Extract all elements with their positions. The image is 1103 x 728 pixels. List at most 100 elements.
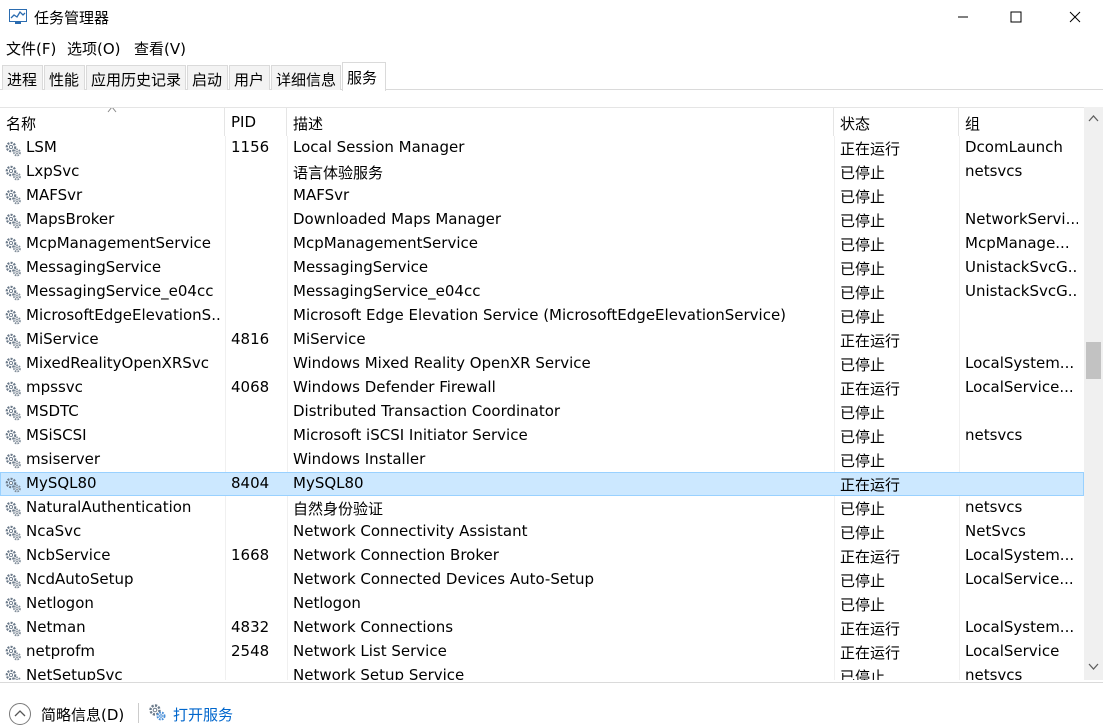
- title-bar[interactable]: 任务管理器: [0, 0, 1103, 34]
- window-title: 任务管理器: [34, 9, 110, 27]
- table-row[interactable]: Netlogon Netlogon 已停止: [0, 592, 1084, 616]
- table-row[interactable]: MiService 4816 MiService 正在运行: [0, 328, 1084, 352]
- table-row[interactable]: NaturalAuthentication 自然身份验证 已停止 netsvcs: [0, 496, 1084, 520]
- table-row[interactable]: MSDTC Distributed Transaction Coordinator…: [0, 400, 1084, 424]
- service-gear-icon: [5, 189, 21, 205]
- maximize-button[interactable]: [993, 0, 1039, 34]
- service-gear-icon: [5, 141, 21, 157]
- service-status-cell: 已停止: [840, 524, 886, 542]
- service-status-cell: 已停止: [840, 428, 886, 446]
- service-status-cell: 已停止: [840, 260, 886, 278]
- sort-ascending-icon: [107, 108, 117, 113]
- close-button[interactable]: [1052, 0, 1098, 34]
- column-header-group[interactable]: 组: [959, 108, 1084, 136]
- scrollbar-thumb[interactable]: [1086, 342, 1101, 379]
- service-gear-icon: [5, 357, 21, 373]
- tab-users[interactable]: 用户: [229, 65, 270, 90]
- column-header-description[interactable]: 描述: [287, 108, 834, 136]
- service-group-cell: LocalSystem...: [965, 546, 1075, 564]
- table-row[interactable]: MixedRealityOpenXRSvc Windows Mixed Reali…: [0, 352, 1084, 376]
- service-name-cell: LxpSvc: [26, 162, 80, 180]
- open-services-link[interactable]: 打开服务: [173, 704, 233, 725]
- service-description-cell: Windows Defender Firewall: [293, 378, 496, 396]
- fewer-details-link[interactable]: 简略信息(D): [41, 704, 124, 725]
- table-row[interactable]: msiserver Windows Installer 已停止: [0, 448, 1084, 472]
- column-header-pid[interactable]: PID: [225, 108, 287, 136]
- service-group-cell: LocalService...: [965, 378, 1074, 396]
- service-description-cell: Network Connections: [293, 618, 454, 636]
- service-group-cell: UnistackSvcG...: [965, 258, 1078, 276]
- menu-file[interactable]: 文件(F): [6, 38, 56, 59]
- service-status-cell: 正在运行: [840, 332, 901, 350]
- service-status-cell: 正在运行: [840, 380, 901, 398]
- table-row[interactable]: MySQL80 8404 MySQL80 正在运行: [0, 472, 1084, 496]
- service-status-cell: 正在运行: [840, 620, 901, 638]
- maximize-icon: [1010, 11, 1022, 23]
- service-gear-icon: [5, 549, 21, 565]
- service-group-cell: netsvcs: [965, 162, 1023, 180]
- service-pid-cell: 1156: [231, 138, 270, 156]
- fewer-details-button[interactable]: [9, 703, 31, 725]
- tab-app-history[interactable]: 应用历史记录: [86, 65, 186, 90]
- service-gear-icon: [5, 405, 21, 421]
- service-pid-cell: 4816: [231, 330, 270, 348]
- service-status-cell: 正在运行: [840, 548, 901, 566]
- table-row[interactable]: NcbService 1668 Network Connection Broker 正…: [0, 544, 1084, 568]
- tab-details[interactable]: 详细信息: [271, 65, 341, 90]
- service-name-cell: msiserver: [26, 450, 101, 468]
- tab-startup[interactable]: 启动: [187, 65, 228, 90]
- service-name-cell: MSiSCSI: [26, 426, 87, 444]
- service-name-cell: LSM: [26, 138, 57, 156]
- table-row[interactable]: Netman 4832 Network Connections 正在运行 LocalSy…: [0, 616, 1084, 640]
- scroll-down-arrow-icon[interactable]: [1088, 663, 1099, 670]
- tab-processes[interactable]: 进程: [2, 65, 43, 90]
- service-description-cell: Network Connectivity Assistant: [293, 522, 528, 540]
- tab-performance[interactable]: 性能: [44, 65, 85, 90]
- service-description-cell: MiService: [293, 330, 366, 348]
- table-row[interactable]: McpManagementService McpManagementService…: [0, 232, 1084, 256]
- service-status-cell: 已停止: [840, 308, 886, 326]
- scroll-up-arrow-icon[interactable]: [1088, 115, 1099, 122]
- vertical-scrollbar[interactable]: [1084, 107, 1103, 680]
- table-row[interactable]: NcaSvc Network Connectivity Assistant 已停止 N…: [0, 520, 1084, 544]
- service-status-cell: 已停止: [840, 188, 886, 206]
- table-row[interactable]: MicrosoftEdgeElevationS... Microsoft Edge…: [0, 304, 1084, 328]
- close-icon: [1069, 11, 1081, 23]
- table-row[interactable]: LSM 1156 Local Session Manager 正在运行 DcomLaun…: [0, 136, 1084, 160]
- service-description-cell: MessagingService_e04cc: [293, 282, 481, 300]
- service-gear-icon: [5, 165, 21, 181]
- table-row[interactable]: mpssvc 4068 Windows Defender Firewall 正在运行 L…: [0, 376, 1084, 400]
- service-name-cell: NcaSvc: [26, 522, 82, 540]
- service-group-cell: UnistackSvcG...: [965, 282, 1078, 300]
- table-row[interactable]: MessagingService_e04cc MessagingService_e…: [0, 280, 1084, 304]
- service-description-cell: MySQL80: [293, 474, 364, 492]
- table-row[interactable]: MapsBroker Downloaded Maps Manager 已停止 Netw…: [0, 208, 1084, 232]
- column-header-status[interactable]: 状态: [834, 108, 959, 136]
- tab-services[interactable]: 服务: [342, 62, 386, 91]
- service-status-cell: 正在运行: [840, 644, 901, 662]
- service-name-cell: NaturalAuthentication: [26, 498, 192, 516]
- table-row[interactable]: MSiSCSI Microsoft iSCSI Initiator Service…: [0, 424, 1084, 448]
- minimize-button[interactable]: [940, 0, 986, 34]
- table-row[interactable]: MAFSvr MAFSvr 已停止: [0, 184, 1084, 208]
- table-row[interactable]: netprofm 2548 Network List Service 正在运行 Loca…: [0, 640, 1084, 664]
- service-group-cell: LocalService...: [965, 570, 1074, 588]
- menu-view[interactable]: 查看(V): [134, 38, 186, 59]
- service-description-cell: Windows Mixed Reality OpenXR Service: [293, 354, 591, 372]
- service-description-cell: Microsoft iSCSI Initiator Service: [293, 426, 528, 444]
- column-header-name[interactable]: 名称: [0, 108, 225, 136]
- table-row[interactable]: LxpSvc 语言体验服务 已停止 netsvcs: [0, 160, 1084, 184]
- service-status-cell: 已停止: [840, 356, 886, 374]
- service-description-cell: Network Connected Devices Auto-Setup: [293, 570, 594, 588]
- service-description-cell: 自然身份验证: [293, 500, 384, 518]
- service-gear-icon: [5, 525, 21, 541]
- table-row[interactable]: NetSetupSvc Network Setup Service 已停止 netsv…: [0, 664, 1084, 680]
- service-status-cell: 已停止: [840, 572, 886, 590]
- minimize-icon: [958, 16, 968, 18]
- table-row[interactable]: NcdAutoSetup Network Connected Devices Au…: [0, 568, 1084, 592]
- menu-options[interactable]: 选项(O): [67, 38, 121, 59]
- table-row[interactable]: MessagingService MessagingService 已停止 Unist…: [0, 256, 1084, 280]
- service-name-cell: MapsBroker: [26, 210, 115, 228]
- service-description-cell: MAFSvr: [293, 186, 350, 204]
- service-gear-icon: [5, 669, 21, 680]
